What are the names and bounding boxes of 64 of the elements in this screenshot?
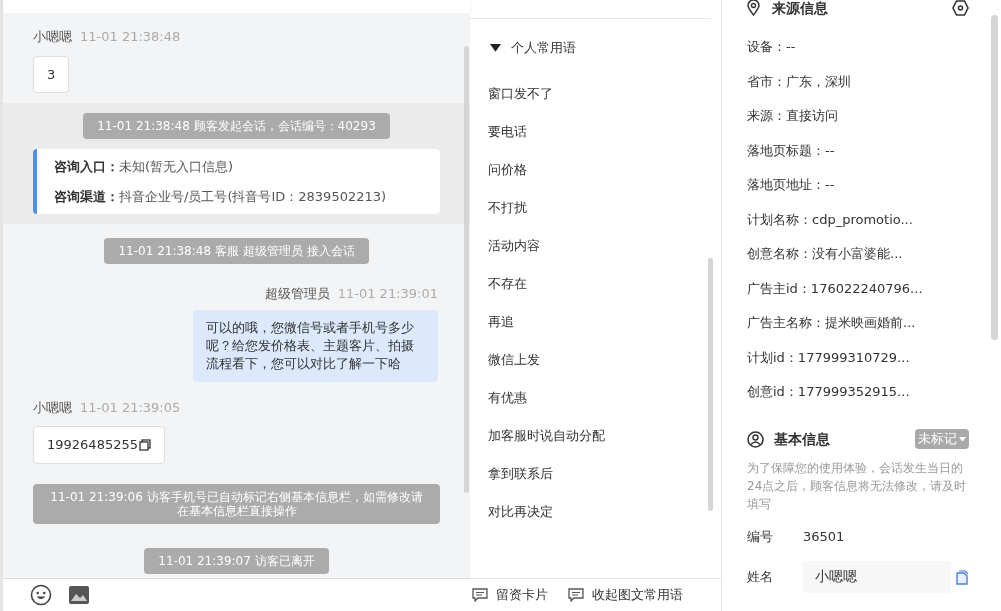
- quick-reply-item[interactable]: 活动内容: [488, 225, 721, 266]
- field-label: 姓名: [747, 568, 774, 587]
- name-field[interactable]: 小嗯嗯: [803, 561, 951, 593]
- message-time: 11-01 21:38:48: [80, 28, 181, 46]
- system-notice: 11-01 21:38:48 顾客发起会话，会话编号：40293: [83, 113, 390, 139]
- sender-name: 小嗯嗯: [33, 398, 72, 417]
- quick-reply-item[interactable]: 有优惠: [488, 377, 721, 418]
- info-field: 来源：直接访问: [747, 102, 969, 137]
- caret-icon: [959, 436, 966, 442]
- notice-text: 为了保障您的使用体验，会话发生当日的24点之后，顾客信息将无法修改，请及时填写: [747, 459, 968, 513]
- info-field: 省市：广东，深圳: [747, 67, 969, 102]
- info-field: 落地页地址：--: [747, 171, 969, 206]
- info-field: 创意名称：没有小富婆能...: [747, 240, 969, 275]
- footer-button[interactable]: 收起图文常用语: [568, 585, 683, 605]
- quick-reply-item[interactable]: 对比再决定: [488, 491, 721, 532]
- sender-name: 小嗯嗯: [33, 28, 72, 46]
- section-title: 基本信息: [774, 429, 830, 449]
- quick-reply-item[interactable]: 拿到联系后: [488, 453, 721, 494]
- quick-reply-item[interactable]: 微信上发: [488, 339, 721, 380]
- entry-label: 咨询渠道：: [54, 187, 119, 206]
- message-time: 11-01 21:39:05: [80, 398, 181, 417]
- scrollbar[interactable]: [708, 258, 713, 511]
- entry-label: 咨询入口：: [54, 158, 119, 176]
- message-bubble: 可以的哦，您微信号或者手机号多少呢？给您发价格表、主题客片、拍摄流程看下，您可以对比了解一下哈: [193, 309, 438, 382]
- system-notice: 11-01 21:38:48 客服 超级管理员 接入会话: [104, 238, 369, 264]
- entry-value: 抖音企业号/员工号(抖音号ID：2839502213): [119, 187, 387, 206]
- quick-reply-item[interactable]: 问价格: [488, 149, 721, 190]
- quick-reply-item[interactable]: 不存在: [488, 263, 721, 304]
- scrollbar[interactable]: [464, 46, 469, 493]
- field-value: 36501: [803, 527, 845, 546]
- info-field: 广告主名称：提米映画婚前...: [747, 309, 969, 344]
- info-field: 广告主id：176022240796...: [747, 274, 969, 309]
- quick-reply-item[interactable]: 不打扰: [488, 187, 721, 228]
- quick-reply-item[interactable]: 再追: [488, 301, 721, 342]
- user-icon: [747, 430, 764, 448]
- scrollbar[interactable]: [991, 15, 998, 340]
- field-label: 编号: [747, 527, 774, 546]
- system-notice: 11-01 21:39:06 访客手机号已自动标记右侧基本信息栏，如需修改请在基本信息栏直接操作: [33, 483, 440, 524]
- image-icon[interactable]: [68, 585, 90, 605]
- message-time: 11-01 21:39:01: [337, 285, 438, 303]
- settings-icon[interactable]: [952, 0, 969, 16]
- caret-icon: [490, 43, 501, 52]
- copy-icon[interactable]: [139, 438, 151, 451]
- comment-icon: [472, 588, 488, 602]
- smiley-icon[interactable]: [30, 584, 52, 606]
- comment-icon: [568, 588, 584, 602]
- quick-reply-item[interactable]: 窗口发不了: [488, 73, 721, 114]
- sender-name: 超级管理员: [264, 285, 330, 303]
- info-field: 落地页标题：--: [747, 136, 969, 171]
- info-field: 创意id：177999352915...: [747, 378, 969, 413]
- info-field: 计划名称：cdp_promotio...: [747, 205, 969, 240]
- section-title: 来源信息: [772, 0, 828, 18]
- info-field: 设备：--: [747, 33, 969, 68]
- quick-reply-item[interactable]: 要电话: [488, 111, 721, 152]
- message-bubble: 3: [33, 55, 70, 93]
- quick-reply-item[interactable]: 加客服时说自动分配: [488, 415, 721, 456]
- copy-icon[interactable]: [955, 569, 969, 585]
- group-header[interactable]: 个人常用语: [490, 38, 721, 58]
- location-pin-icon: [747, 0, 760, 16]
- message-bubble: 19926485255: [33, 426, 165, 464]
- entry-value: 未知(暂无入口信息): [119, 158, 234, 176]
- info-field: 计划id：177999310729...: [747, 343, 969, 378]
- system-notice: 11-01 21:39:07 访客已离开: [144, 547, 329, 574]
- footer-button[interactable]: 留资卡片: [472, 585, 548, 605]
